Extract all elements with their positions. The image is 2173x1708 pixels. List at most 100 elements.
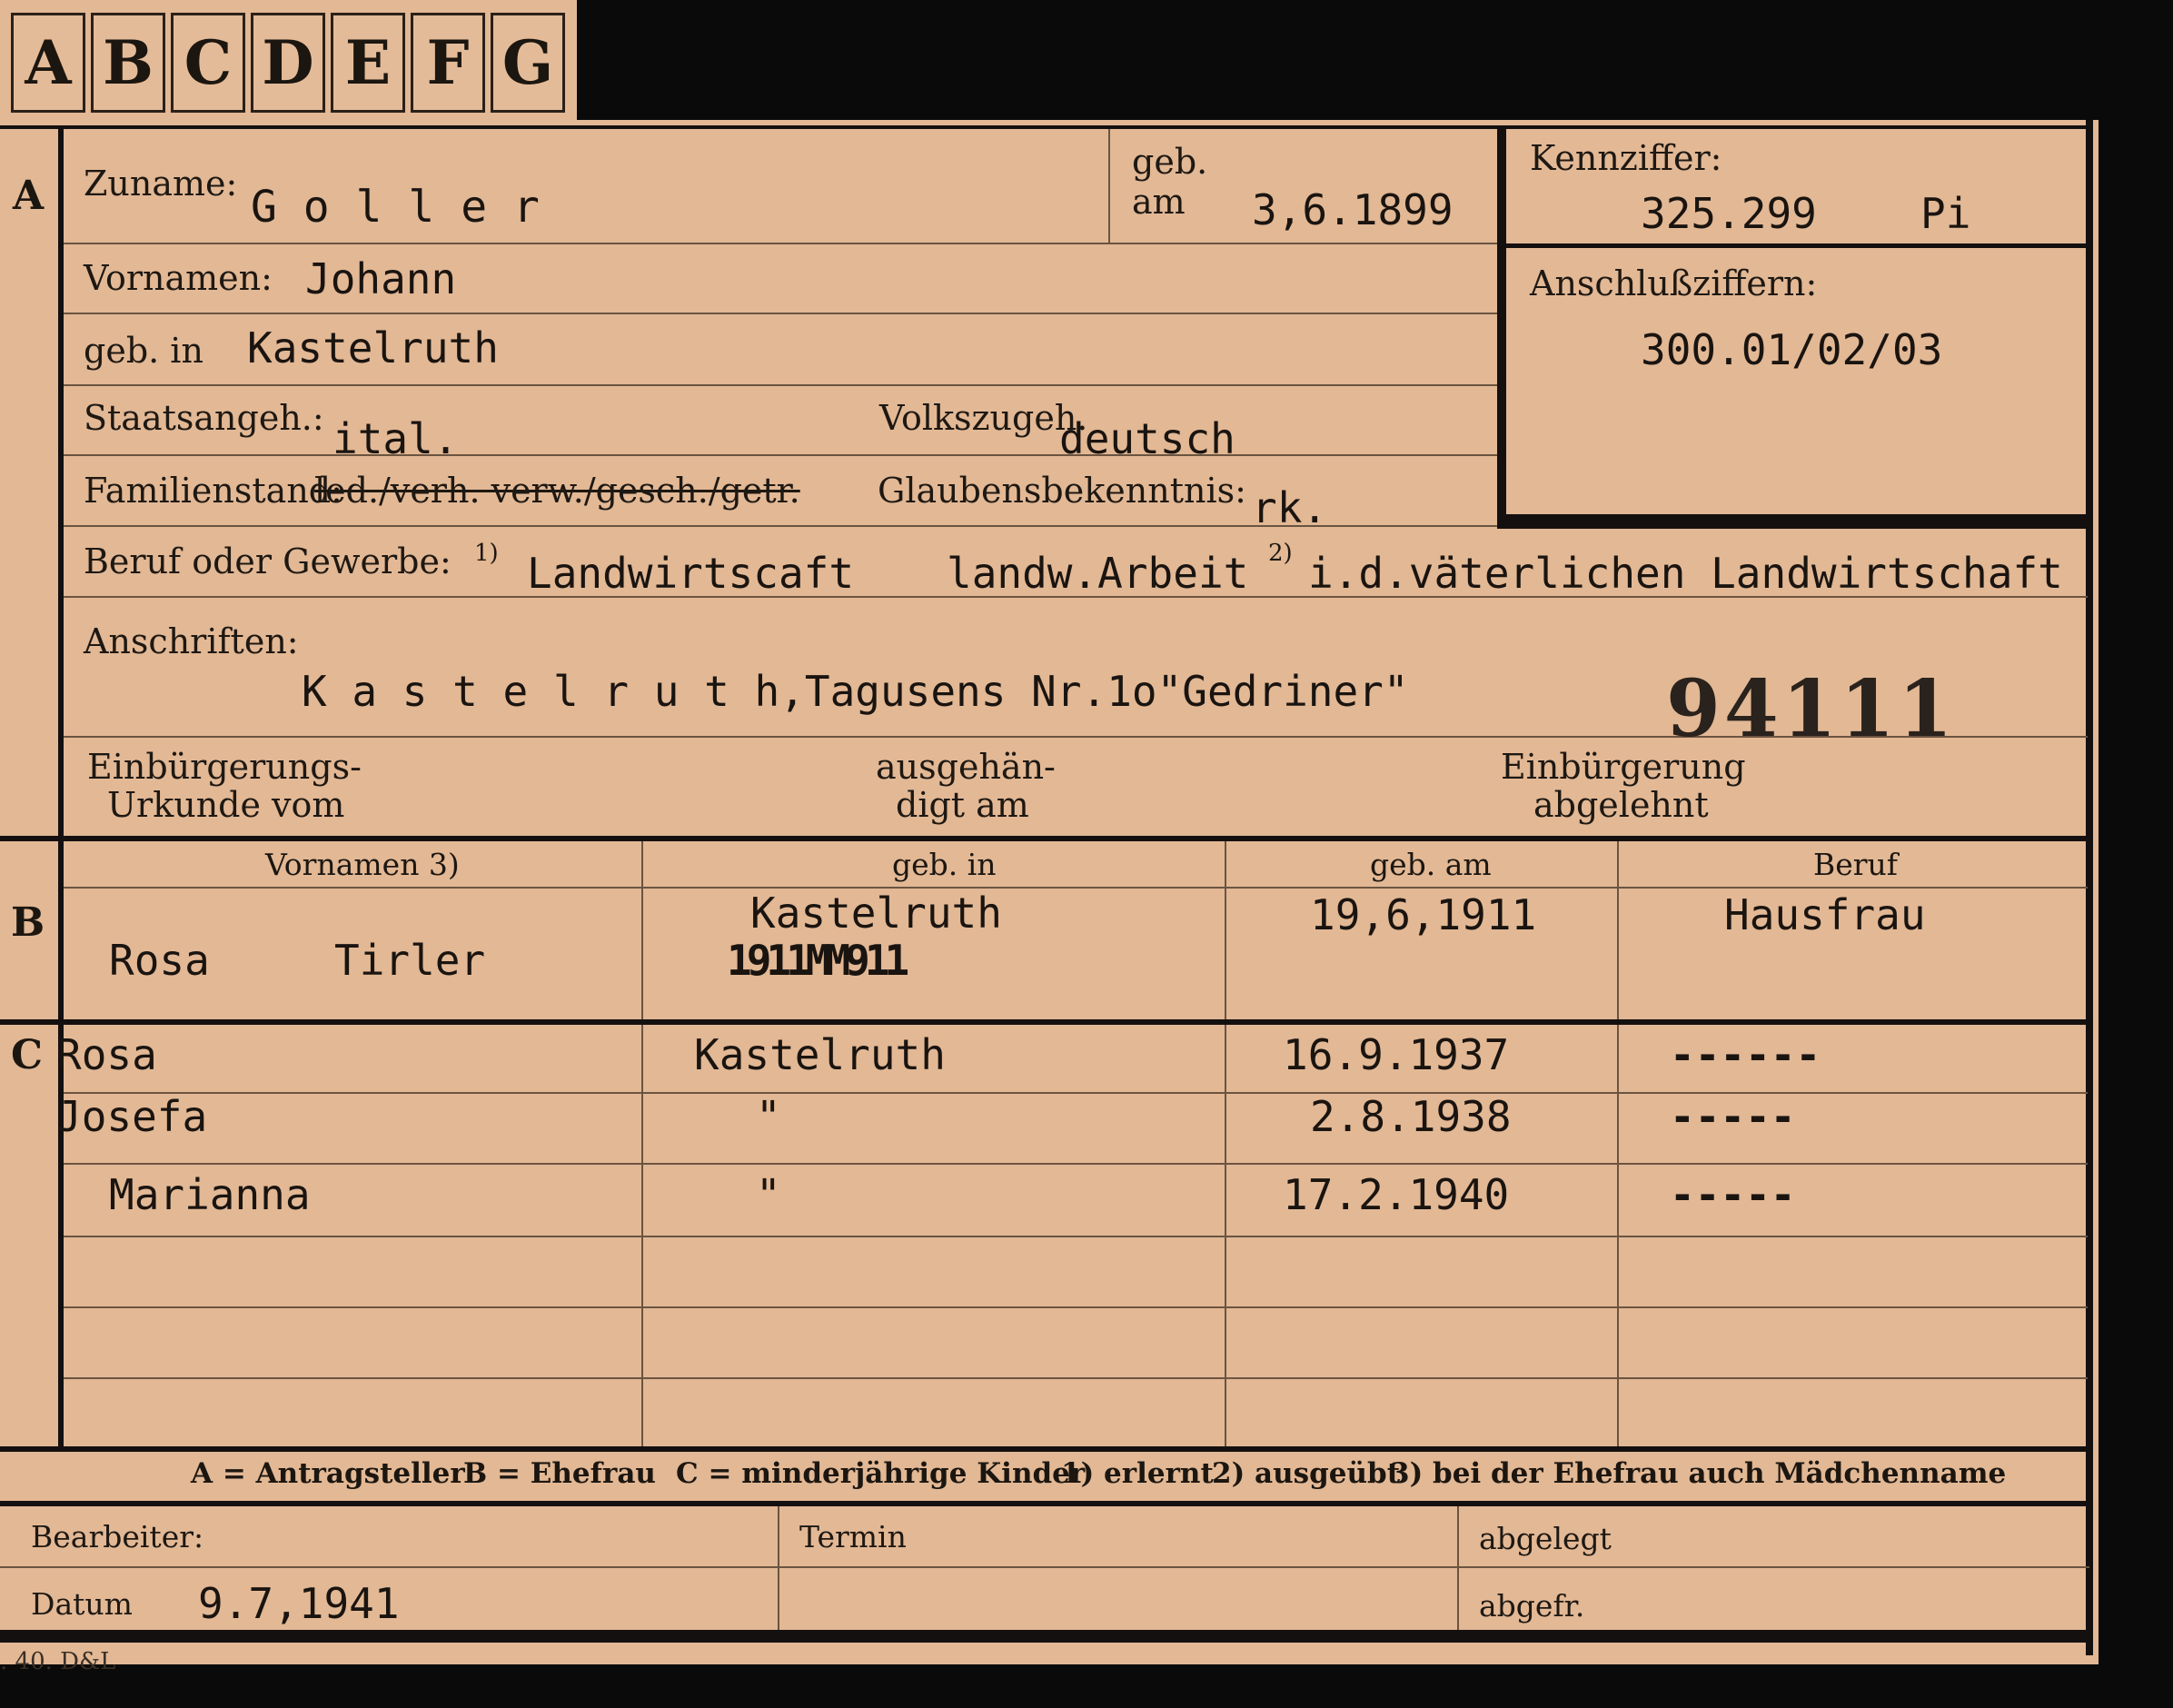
address-label: Anschriften: (84, 621, 299, 661)
row-line (64, 454, 1497, 456)
spouse-occupation: Hausfrau (1724, 890, 1926, 939)
footer-divider (1457, 1506, 1459, 1632)
spouse-birth-date: 19,6,1911 (1310, 890, 1537, 939)
top-border (0, 125, 2089, 129)
register-tabs: A B C D E F G (0, 0, 577, 124)
row-line (64, 384, 1497, 386)
anschluss-label: Anschlußziffern: (1530, 263, 1818, 303)
child-2-name: Josefa (56, 1092, 208, 1141)
section-b-letter: B (11, 899, 45, 946)
header-vornamen: Vornamen 3) (265, 847, 460, 882)
einb-abgelehnt-label-2: abgelehnt (1533, 785, 1709, 825)
row-line (64, 1236, 2088, 1237)
geb-am-divider (1108, 129, 1110, 243)
legend-fn1: 1) erlernt (1061, 1457, 1214, 1490)
footnote-1-marker: 1) (474, 540, 499, 567)
datum-label: Datum (31, 1586, 133, 1622)
einb-urkunde-label-2: Urkunde vom (107, 785, 345, 825)
religion-label: Glaubensbekenntnis: (878, 471, 1246, 511)
legend-fn2: 2) ausgeübt (1212, 1457, 1401, 1490)
row-line (64, 313, 1497, 314)
header-beruf: Beruf (1813, 847, 1899, 882)
kennziffer-value: 325.299 (1641, 189, 1817, 238)
tab-f[interactable]: F (411, 13, 485, 113)
col-divider (1617, 841, 1619, 1448)
row-line (64, 1163, 2088, 1165)
marital-status-label: Familienstand: (84, 471, 342, 511)
legend-top-border (0, 1446, 2089, 1452)
row-line (64, 1377, 2088, 1379)
anschluss-value: 300.01/02/03 (1641, 325, 1943, 374)
footnote-2-marker: 2) (1268, 540, 1293, 567)
surname-value: G o l l e r (251, 182, 540, 233)
tab-e[interactable]: E (331, 13, 405, 113)
legend-a: A = Antragsteller (191, 1457, 465, 1490)
header-geb-in: geb. in (892, 847, 997, 882)
einb-abgelehnt-label-1: Einbürgerung (1501, 747, 1746, 787)
child-3-birthplace: " (756, 1170, 781, 1219)
child-3-birth-date: 17.2.1940 (1283, 1170, 1510, 1219)
row-line (64, 243, 1497, 244)
child-1-occupation: ------ (1670, 1030, 1821, 1079)
occupation-learned-value: Landwirtscaft (527, 549, 855, 598)
ausgehaen-label-1: ausgehän- (876, 747, 1056, 787)
child-2-occupation: ----- (1670, 1092, 1796, 1141)
child-1-name: Rosa (56, 1030, 157, 1079)
kennziffer-suffix: Pi (1920, 189, 1971, 238)
section-c-border (0, 1019, 2089, 1025)
termin-label: Termin (799, 1519, 907, 1554)
spouse-birthplace-overtyped: 1911MM911 (727, 936, 909, 985)
legend-bottom-border (0, 1501, 2089, 1506)
tab-c[interactable]: C (171, 13, 245, 113)
header-geb-am: geb. am (1370, 847, 1492, 882)
abgefr-label: abgefr. (1479, 1588, 1585, 1624)
geb-label: geb. (1132, 142, 1208, 182)
ethnicity-label: Volkszugeh. (879, 398, 1088, 438)
legend-b: B = Ehefrau (463, 1457, 656, 1490)
col-divider (641, 841, 643, 1448)
occupation-label: Beruf oder Gewerbe: (84, 541, 451, 581)
am-label: am (1132, 182, 1186, 222)
marital-status-options: led./verh. verw./gesch./getr. (314, 471, 800, 511)
col-divider (1225, 841, 1226, 1448)
tab-g[interactable]: G (491, 13, 565, 113)
kennziffer-divider (1506, 243, 2088, 248)
address-value: K a s t e l r u t h,Tagusens Nr.1o"Gedri… (302, 667, 1409, 716)
birth-date-value: 3,6.1899 (1252, 185, 1454, 234)
first-names-value: Johann (305, 254, 457, 303)
occupation-detail-value: i.d.väterlichen Landwirtschaft (1308, 549, 2063, 598)
surname-label: Zuname: (84, 164, 238, 204)
bearbeiter-label: Bearbeiter: (31, 1519, 204, 1554)
birthplace-label: geb. in (84, 331, 203, 371)
section-c-letter: C (11, 1032, 44, 1078)
abgelegt-label: abgelegt (1479, 1521, 1612, 1556)
tab-b[interactable]: B (91, 13, 165, 113)
section-a-letter: A (13, 173, 45, 219)
einb-urkunde-label-1: Einbürgerungs- (87, 747, 362, 787)
citizenship-value: ital. (332, 414, 459, 463)
tab-a[interactable]: A (11, 13, 85, 113)
ausgehaen-label-2: digt am (896, 785, 1029, 825)
datum-value: 9.7,1941 (198, 1579, 400, 1628)
footer-line (0, 1566, 2089, 1568)
child-3-occupation: ----- (1670, 1170, 1796, 1219)
occupation-practiced-value: landw.Arbeit (947, 549, 1249, 598)
spouse-first-name: Rosa (109, 936, 210, 985)
child-1-birthplace: Kastelruth (694, 1030, 946, 1079)
child-3-name: Marianna (109, 1170, 311, 1219)
child-2-birthplace: " (756, 1092, 781, 1141)
first-names-label: Vornamen: (84, 258, 273, 298)
legend-fn3: 3) bei der Ehefrau auch Mädchenname (1390, 1457, 2007, 1490)
footer-bottom-border (0, 1630, 2093, 1643)
child-1-birth-date: 16.9.1937 (1283, 1030, 1510, 1079)
child-2-birth-date: 2.8.1938 (1310, 1092, 1512, 1141)
spouse-maiden-name: Tirler (334, 936, 486, 985)
kennziffer-box-left (1497, 129, 1506, 529)
kennziffer-label: Kennziffer: (1530, 138, 1722, 178)
tab-d[interactable]: D (251, 13, 325, 113)
table-header-line (64, 887, 2088, 889)
row-line (64, 1306, 2088, 1308)
legend-c: C = minderjährige Kinder (676, 1457, 1086, 1490)
birthplace-value: Kastelruth (247, 323, 499, 372)
citizenship-label: Staatsangeh.: (84, 398, 324, 438)
